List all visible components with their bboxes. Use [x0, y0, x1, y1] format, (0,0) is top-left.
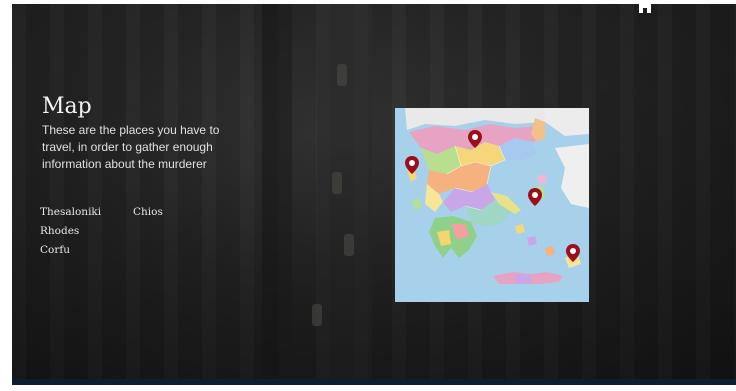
- map-marker-icon[interactable]: [566, 244, 580, 262]
- map-marker-icon[interactable]: [468, 130, 482, 148]
- place-corfu[interactable]: Corfu: [40, 244, 70, 256]
- place-thesaloniki[interactable]: Thesaloniki: [40, 206, 101, 218]
- home-icon[interactable]: [638, 0, 652, 14]
- background-street: [262, 4, 292, 385]
- place-chios[interactable]: Chios: [133, 206, 163, 218]
- background-street: [317, 4, 372, 385]
- page-description: These are the places you have to travel,…: [42, 123, 220, 171]
- background-car: [337, 64, 347, 86]
- greece-map-image: [395, 108, 589, 302]
- map-marker-icon[interactable]: [528, 188, 542, 206]
- background-scene: [12, 4, 736, 385]
- info-panel: Map These are the places you have to tra…: [42, 94, 262, 173]
- place-rhodes[interactable]: Rhodes: [40, 225, 79, 237]
- greece-map: [395, 108, 589, 302]
- page-title: Map: [42, 94, 92, 119]
- background-car: [332, 172, 342, 194]
- background-car: [312, 304, 322, 326]
- background-car: [344, 234, 354, 256]
- map-marker-icon[interactable]: [405, 156, 419, 174]
- bottom-bar: [12, 379, 736, 385]
